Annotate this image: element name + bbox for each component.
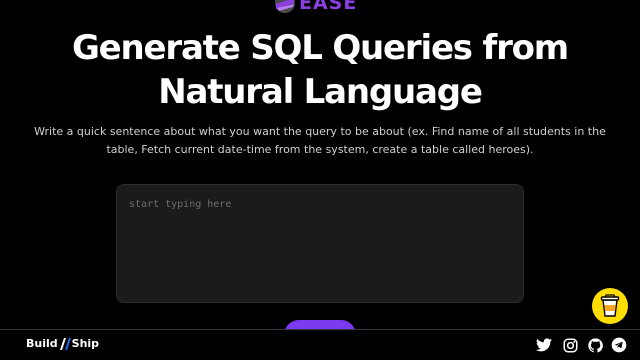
brand-slash-icon [59,338,71,350]
footer-brand-part-2: Ship [71,337,100,350]
logo-mark-icon [275,0,295,13]
instagram-icon[interactable] [562,337,578,353]
telegram-icon[interactable] [611,337,627,353]
buy-me-a-coffee-button[interactable] [592,288,628,324]
coffee-cup-icon [600,294,620,317]
query-input[interactable] [116,184,524,303]
footer-brand-part-1: Build [26,337,58,350]
app-logo[interactable]: EASE [274,0,357,14]
page-description: Write a quick sentence about what you wa… [34,125,606,156]
buildship-link[interactable]: Build Ship [26,337,99,351]
page-title: Generate SQL Queries from Natural Langua… [0,26,640,114]
logo-text: EASE [299,0,358,14]
page-title-line-1: Generate SQL Queries from [71,28,569,68]
footer: Build Ship [0,329,640,360]
page-title-line-2: Natural Language [158,72,483,112]
twitter-icon[interactable] [536,337,552,353]
page: EASE Generate SQL Queries from Natural L… [0,0,640,360]
github-icon[interactable] [587,337,603,353]
